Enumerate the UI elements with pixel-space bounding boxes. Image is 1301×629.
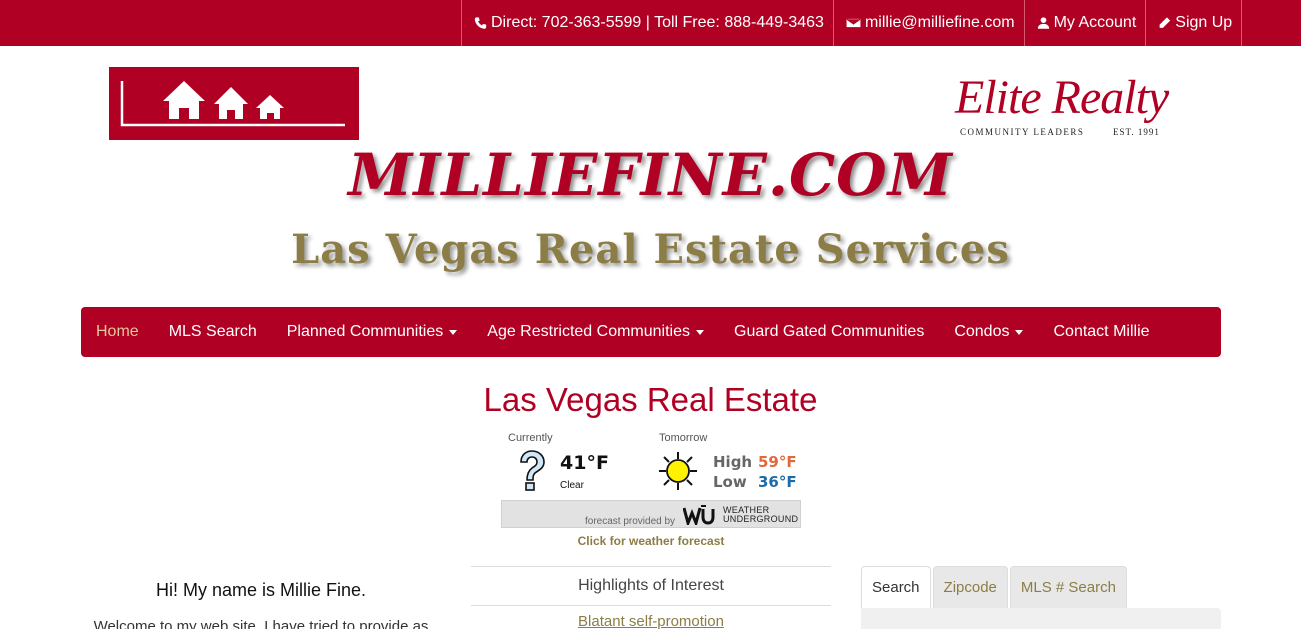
wu-logo-icon (683, 505, 715, 525)
greeting-heading: Hi! My name is Millie Fine. (155, 580, 367, 600)
sun-icon (659, 452, 697, 490)
weather-provided-by: forecast provided by (585, 516, 676, 527)
email-text: millie@milliefine.com (864, 14, 1015, 31)
nav-condos-label: Condos (954, 323, 1010, 340)
nav-condos[interactable]: Condos (939, 307, 1038, 357)
highlights-heading: Highlights of Interest (471, 566, 831, 606)
site-title: MILLIEFINE.COM (348, 141, 953, 209)
tab-zipcode-label: Zipcode (943, 579, 997, 596)
nav-planned-communities[interactable]: Planned Communities (272, 307, 473, 357)
houses-logo[interactable] (109, 67, 359, 140)
my-account-link[interactable]: My Account (1023, 0, 1146, 46)
weather-underground-text: WEATHER UNDERGROUND (723, 506, 798, 524)
top-contact-bar: Direct: 702-363-5599 | Toll Free: 888-44… (0, 0, 1301, 46)
nav-home-label: Home (96, 323, 139, 340)
email-link[interactable]: millie@milliefine.com (832, 0, 1024, 46)
tab-search-label: Search (872, 579, 920, 596)
page-heading: Las Vegas Real Estate (483, 381, 818, 418)
weather-widget[interactable]: Currently Tomorrow 41°F Clear High 59°F … (501, 430, 801, 530)
nav-guard-gated-label: Guard Gated Communities (734, 323, 925, 340)
phone-icon (474, 17, 487, 29)
high-label: High (713, 453, 753, 471)
nav-contact-label: Contact Millie (1053, 323, 1150, 340)
my-account-text: My Account (1053, 14, 1137, 31)
pencil-icon (1159, 17, 1171, 28)
current-temperature: 41°F (560, 452, 609, 474)
nav-guard-gated-communities[interactable]: Guard Gated Communities (719, 307, 939, 357)
elite-est: EST. 1991 (1113, 127, 1160, 137)
nav-mls-search[interactable]: MLS Search (154, 307, 272, 357)
tab-search[interactable]: Search (861, 566, 931, 608)
weather-tomorrow-label: Tomorrow (659, 432, 708, 444)
sign-up-text: Sign Up (1175, 14, 1233, 31)
low-temperature: 36°F (758, 473, 797, 491)
weather-brand-line2: UNDERGROUND (723, 514, 799, 524)
tab-mls-number-label: MLS # Search (1020, 579, 1116, 596)
highlight-link-self-promotion[interactable]: Blatant self-promotion (471, 613, 831, 629)
phone-text: Direct: 702-363-5599 | Toll Free: 888-44… (491, 14, 824, 31)
user-icon (1037, 17, 1049, 29)
houses-icon (120, 81, 345, 127)
current-condition: Clear (560, 480, 584, 491)
weather-underground-logo: WEATHER UNDERGROUND (683, 505, 798, 525)
tab-zipcode[interactable]: Zipcode (932, 566, 1008, 608)
weather-currently-label: Currently (508, 432, 553, 444)
weather-forecast-link[interactable]: Click for weather forecast (501, 534, 801, 548)
caret-down-icon (1015, 329, 1024, 335)
sign-up-link[interactable]: Sign Up (1145, 0, 1243, 46)
elite-tagline: COMMUNITY LEADERS (960, 127, 1085, 137)
top-contact-links: Direct: 702-363-5599 | Toll Free: 888-44… (461, 0, 1243, 46)
high-temperature: 59°F (758, 453, 797, 471)
nav-age-restricted-communities[interactable]: Age Restricted Communities (472, 307, 719, 357)
nav-planned-communities-label: Planned Communities (286, 323, 444, 340)
elite-realty-wordmark: Elite Realty (955, 71, 1169, 124)
caret-down-icon (696, 329, 705, 335)
caret-down-icon (449, 329, 458, 335)
question-mark-icon (520, 450, 545, 491)
phone-link[interactable]: Direct: 702-363-5599 | Toll Free: 888-44… (461, 0, 833, 46)
tab-mls-number-search[interactable]: MLS # Search (1009, 566, 1127, 608)
envelope-icon (845, 17, 861, 29)
site-subtitle: Las Vegas Real Estate Services (291, 226, 1010, 273)
welcome-text: Welcome to my web site. I have tried to … (93, 618, 429, 629)
search-tabs: Search Zipcode MLS # Search (861, 566, 1129, 608)
low-label: Low (713, 473, 747, 491)
search-tab-panel (861, 608, 1221, 629)
nav-mls-search-label: MLS Search (168, 323, 257, 340)
nav-home[interactable]: Home (81, 307, 154, 357)
elite-realty-logo[interactable]: Elite Realty COMMUNITY LEADERS EST. 1991 (945, 68, 1215, 148)
nav-contact-millie[interactable]: Contact Millie (1038, 307, 1164, 357)
nav-age-restricted-label: Age Restricted Communities (487, 323, 691, 340)
weather-provider-bar: forecast provided by WEATHER UNDERGROUND (501, 500, 801, 528)
main-navbar: Home MLS Search Planned Communities Age … (81, 307, 1221, 357)
highlights-title: Highlights of Interest (578, 577, 724, 594)
